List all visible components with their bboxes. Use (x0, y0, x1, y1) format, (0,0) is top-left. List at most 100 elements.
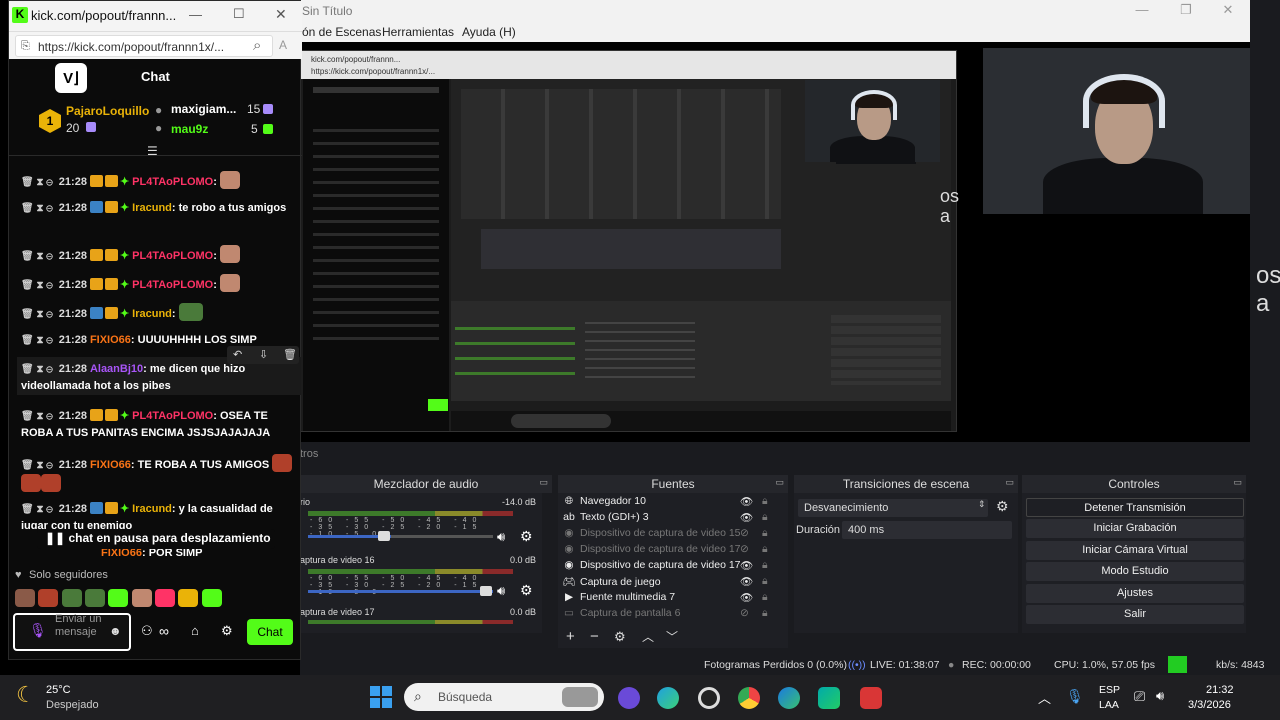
mod-actions-icon[interactable]: 🗑︎ ⧗ ⊝ (21, 458, 53, 474)
mod-actions-icon[interactable]: 🗑︎ ⧗ ⊝ (21, 333, 53, 349)
mod-actions-icon[interactable]: 🗑︎ ⧗ ⊝ (21, 278, 53, 294)
msg-user[interactable]: FIXIO66 (90, 459, 131, 471)
chevron-up-icon[interactable]: ︿ (642, 628, 654, 645)
add-icon[interactable]: + (566, 628, 575, 645)
read-aloud-icon[interactable]: A (279, 38, 287, 52)
dock-options-icon[interactable]: ▭ (1005, 477, 1014, 488)
clock-time[interactable]: 21:32 (1206, 684, 1234, 696)
msg-user[interactable]: FIXIO66 (90, 334, 131, 346)
source-item[interactable]: ◉ Dispositivo de captura de video 15 ⊘ 🔒︎ (562, 527, 782, 543)
delete-icon[interactable]: 🗑︎ (283, 348, 297, 361)
msg-user[interactable]: Iracund (132, 503, 172, 515)
msg-user[interactable]: PL4TAoPLOMO (132, 250, 213, 262)
network-icon[interactable]: ⎚ (1134, 688, 1145, 705)
channel-avatar[interactable]: V⌋ (55, 63, 87, 93)
volume-slider[interactable] (308, 590, 493, 593)
pin-icon[interactable]: ⇩ (259, 348, 268, 361)
weather-temp[interactable]: 25°C (46, 684, 71, 696)
gear-icon[interactable]: ⚙ (614, 629, 626, 645)
chevron-down-icon[interactable]: ﹀ (666, 628, 678, 645)
emote-icon[interactable] (61, 589, 82, 607)
lock-icon[interactable]: 🔒︎ (762, 527, 768, 540)
eye-icon[interactable]: 👁︎ (740, 575, 753, 588)
obs-icon[interactable] (698, 687, 720, 709)
chat-paused-banner[interactable]: ❚❚ chat en pausa para desplazamiento (37, 529, 275, 549)
lock-icon[interactable]: 🔒︎ (762, 607, 768, 620)
edge-dev-icon[interactable] (818, 687, 840, 709)
mod-actions-icon[interactable]: 🗑︎ ⧗ ⊝ (21, 307, 53, 323)
studio-mode-button[interactable]: Modo Estudio (1026, 562, 1244, 581)
gifter-name[interactable]: maxigiam... (171, 102, 236, 116)
lang-top[interactable]: ESP (1099, 684, 1120, 696)
eye-hidden-icon[interactable]: ⊘ (740, 607, 749, 619)
menu-item-scene-collection[interactable]: ón de Escenas (302, 25, 381, 39)
gifter-name[interactable]: mau9z (171, 122, 208, 136)
transition-select[interactable]: Desvanecimiento (798, 499, 988, 517)
emote-icon[interactable] (108, 589, 129, 607)
mod-actions-icon[interactable]: 🗑︎ ⧗ ⊝ (21, 249, 53, 265)
mod-actions-icon[interactable]: 🗑︎ ⧗ ⊝ (21, 175, 53, 191)
lock-icon[interactable]: 🔒︎ (762, 543, 768, 556)
send-chat-button[interactable]: Chat (247, 619, 293, 645)
chrome-icon[interactable] (738, 687, 760, 709)
gifter-name[interactable]: PajaroLoquillo (66, 104, 149, 118)
dock-options-icon[interactable]: ▭ (775, 477, 784, 488)
maximize-icon[interactable]: ☐ (233, 6, 245, 22)
emote-icon[interactable] (155, 589, 176, 607)
volume-knob[interactable] (378, 531, 390, 541)
source-item[interactable]: ◉ Dispositivo de captura de video 17 ⊘ 🔒︎ (562, 543, 782, 559)
discord-icon[interactable] (618, 687, 640, 709)
emoji-icon[interactable]: ☻ (109, 624, 122, 638)
exit-button[interactable]: Salir (1026, 605, 1244, 624)
emote-icon[interactable] (178, 589, 199, 607)
minimize-icon[interactable]: — (1122, 2, 1162, 20)
edge-icon[interactable] (657, 687, 679, 709)
gear-icon[interactable]: ⚙ (520, 528, 533, 545)
menu-item-help[interactable]: Ayuda (H) (462, 25, 516, 39)
updown-icon[interactable]: ⇕ (978, 499, 986, 510)
clock-date[interactable]: 3/3/2026 (1188, 699, 1231, 711)
maximize-icon[interactable]: ❐ (1166, 2, 1206, 20)
speaker-icon[interactable]: 🔊︎ (497, 529, 505, 545)
infinity-icon[interactable]: ∞ (159, 623, 169, 639)
tab-filters[interactable]: tros (300, 448, 330, 464)
volume-knob[interactable] (480, 586, 492, 596)
msg-user[interactable]: PL4TAoPLOMO (132, 279, 213, 291)
chevron-up-icon[interactable]: ︿ (1038, 688, 1051, 707)
volume-slider[interactable] (308, 535, 493, 538)
volume-icon[interactable]: 🔊︎ (1156, 688, 1164, 704)
msg-user[interactable]: PL4TAoPLOMO (132, 176, 213, 188)
source-item[interactable]: ▶ Fuente multimedia 7 👁︎ 🔒︎ (562, 591, 782, 607)
lock-icon[interactable]: 🔒︎ (762, 591, 768, 604)
speaker-icon[interactable]: 🔊︎ (497, 583, 505, 599)
emote-icon[interactable] (201, 589, 222, 607)
msg-user[interactable]: PL4TAoPLOMO (132, 410, 213, 422)
url-field[interactable]: ⎘ https://kick.com/popout/frannn1x/... (15, 35, 273, 57)
stop-streaming-button[interactable]: Detener Transmisión (1026, 498, 1244, 517)
mic-icon[interactable]: 🎙︎ (29, 622, 47, 639)
minimize-icon[interactable]: — (189, 7, 202, 22)
lock-icon[interactable]: 🔒︎ (762, 495, 768, 508)
emote-icon[interactable] (38, 589, 59, 607)
duration-input[interactable]: 400 ms (842, 521, 1012, 539)
eye-icon[interactable]: 👁︎ (740, 495, 753, 508)
emote-icon[interactable] (15, 589, 35, 607)
lang-bottom[interactable]: LAA (1099, 699, 1119, 711)
zoom-icon[interactable]: ⌕ (253, 37, 261, 54)
mod-actions-icon[interactable]: 🗑︎ ⧗ ⊝ (21, 502, 53, 518)
menu-item-tools[interactable]: Herramientas (382, 25, 454, 39)
eye-icon[interactable]: 👁︎ (740, 511, 753, 524)
msg-user[interactable]: Iracund (132, 202, 172, 214)
site-info-icon[interactable]: ⎘ (21, 40, 30, 53)
source-item[interactable]: ab Texto (GDI+) 3 👁︎ 🔒︎ (562, 511, 782, 527)
chat-input[interactable]: 🎙︎ Enviar un mensaje ☻ (13, 613, 131, 651)
settings-button[interactable]: Ajustes (1026, 584, 1244, 603)
taskbar-search[interactable]: ⌕ Búsqueda (404, 683, 604, 711)
eye-icon[interactable]: 👁︎ (740, 591, 753, 604)
start-virtual-camera-button[interactable]: Iniciar Cámara Virtual (1026, 541, 1244, 560)
weather-condition[interactable]: Despejado (46, 699, 99, 711)
reply-icon[interactable]: ↶ (233, 348, 242, 361)
lock-icon[interactable]: 🔒︎ (762, 575, 768, 588)
lock-icon[interactable]: 🔒︎ (762, 511, 768, 524)
app-red-icon[interactable] (860, 687, 882, 709)
